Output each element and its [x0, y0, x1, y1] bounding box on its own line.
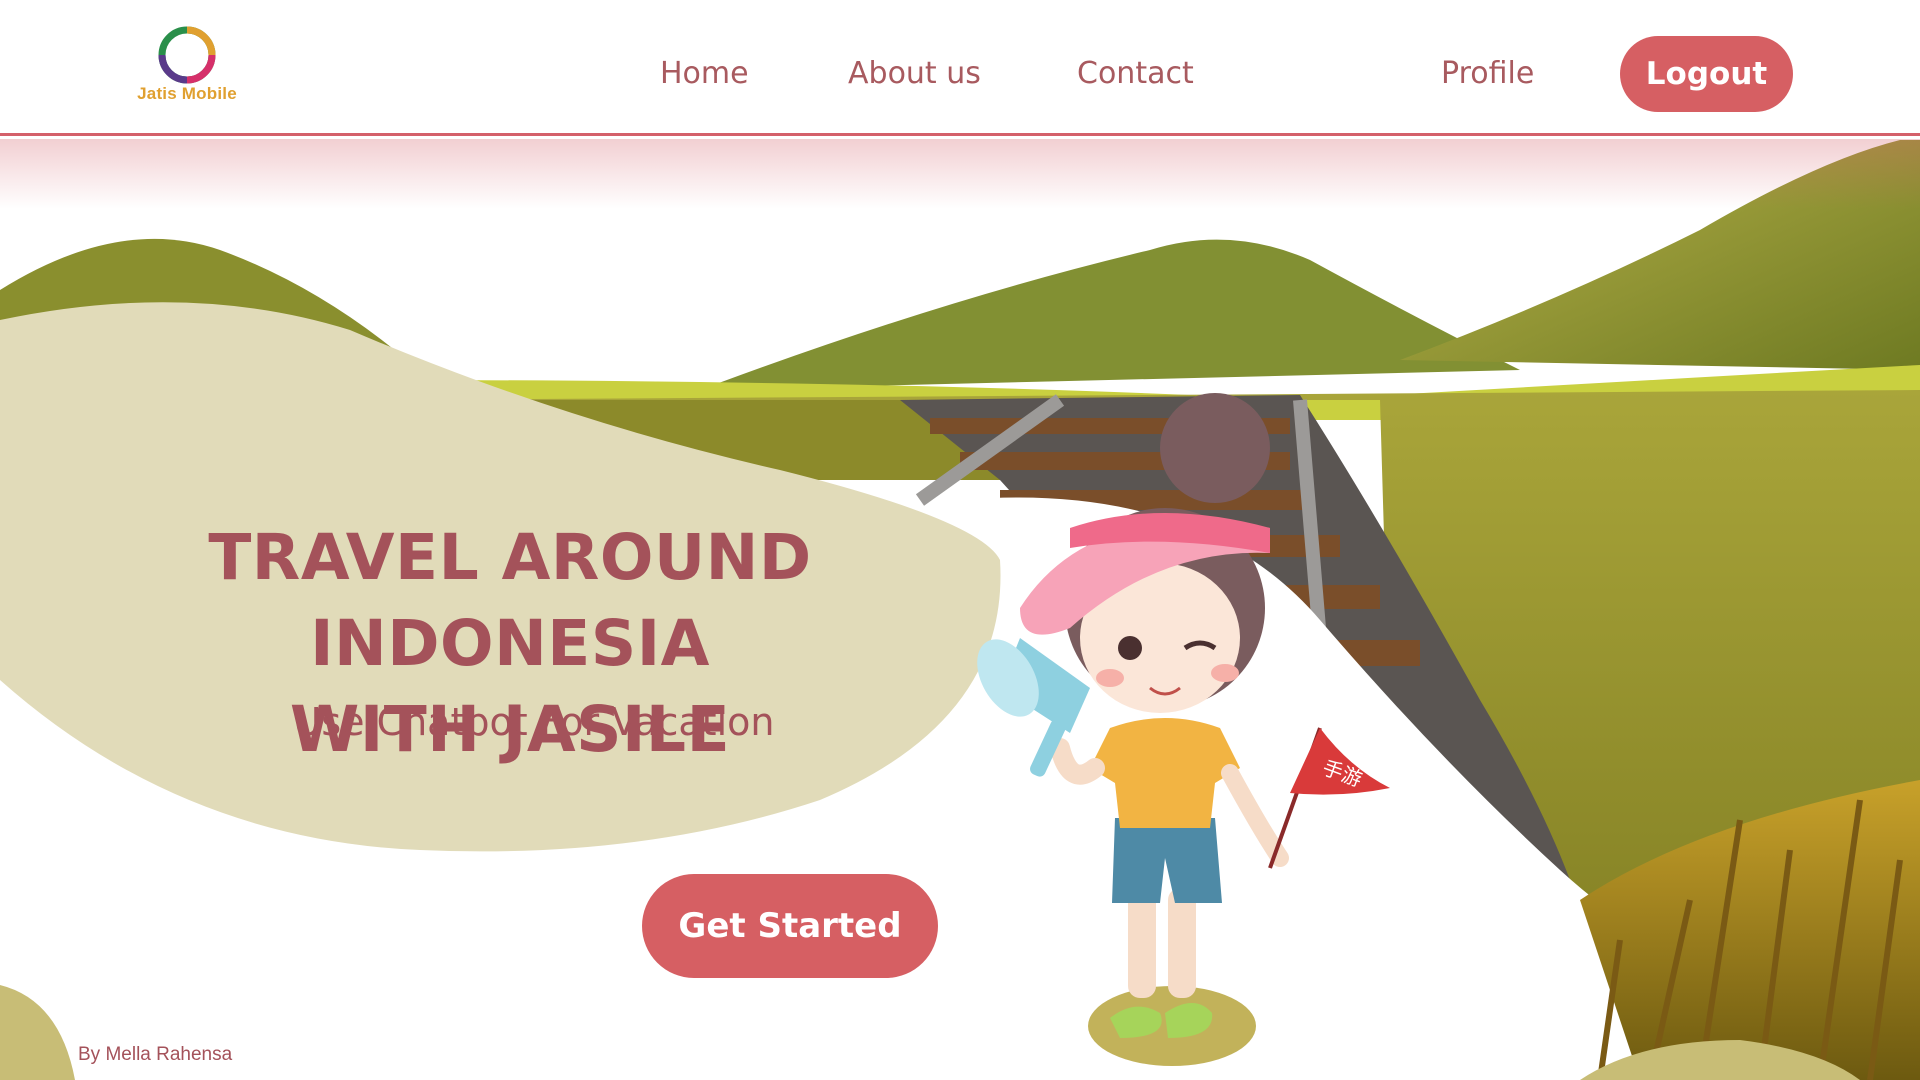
nav-about-link[interactable]: About us	[848, 56, 981, 91]
logout-button[interactable]: Logout	[1620, 36, 1793, 112]
author-credit: By Mella Rahensa	[78, 1044, 233, 1065]
nav-contact-link[interactable]: Contact	[1077, 56, 1194, 91]
brand-logo[interactable]: Jatis Mobile	[128, 24, 246, 108]
flag-icon: 手游	[1268, 727, 1390, 869]
top-navbar: Jatis Mobile Home About us Contact Profi…	[0, 0, 1920, 136]
corner-blob-left	[0, 985, 75, 1080]
hill-center	[700, 239, 1520, 390]
hero-title-line-1: TRAVEL AROUND INDONESIA	[208, 521, 812, 680]
mountain-right	[1400, 140, 1920, 370]
nav-profile-link[interactable]: Profile	[1441, 56, 1534, 91]
nav-home-link[interactable]: Home	[660, 56, 749, 91]
mascot-girl-illustration: 手游	[977, 393, 1390, 1066]
brand-name: Jatis Mobile	[137, 84, 237, 103]
hero-subtitle: Use Chatbot For Vacation	[293, 700, 775, 744]
logo-ring-icon	[158, 26, 216, 84]
get-started-button[interactable]: Get Started	[642, 874, 938, 978]
